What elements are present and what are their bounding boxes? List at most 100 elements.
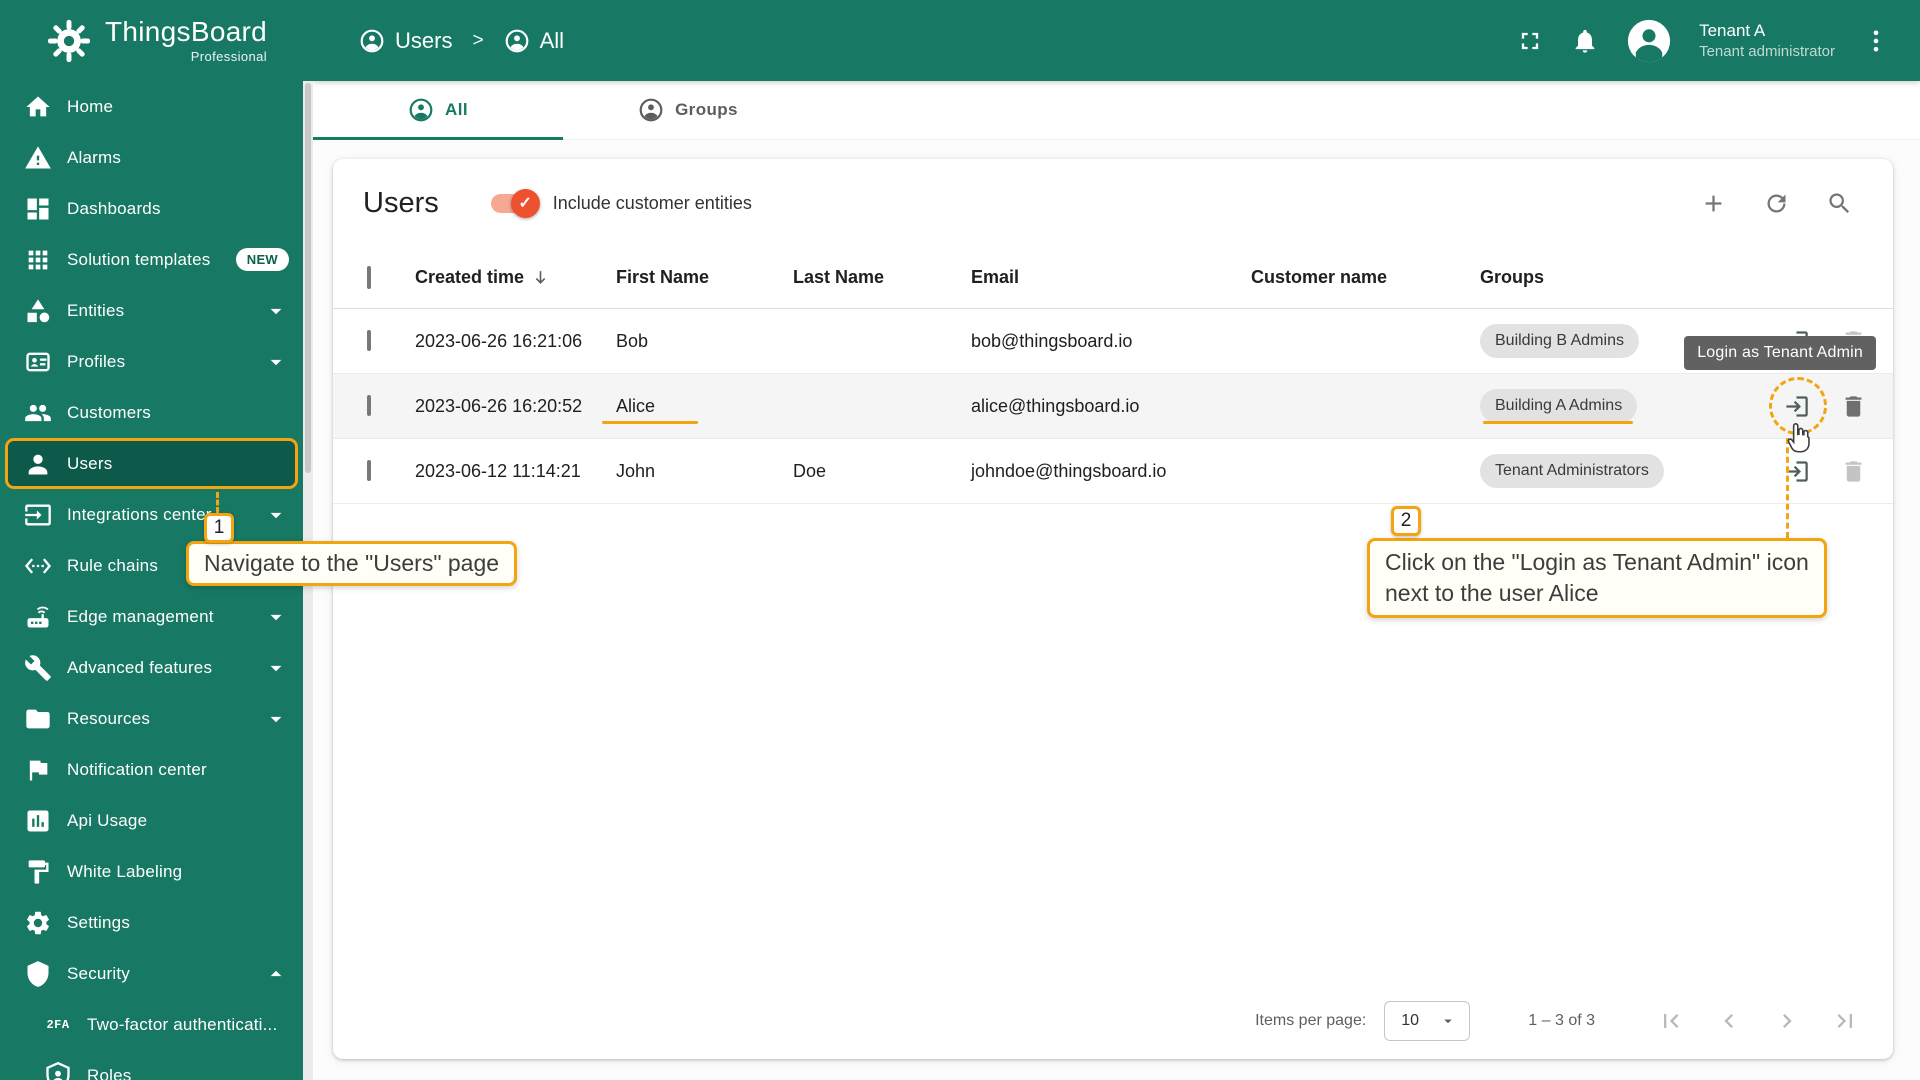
sidebar-item-label: Two-factor authenticati... — [87, 1014, 278, 1034]
home-icon — [24, 93, 52, 121]
group-chip[interactable]: Building B Admins — [1480, 324, 1639, 358]
row-checkbox[interactable] — [367, 460, 371, 481]
avatar[interactable] — [1626, 18, 1672, 64]
chevron-down-icon[interactable] — [263, 298, 289, 324]
sidebar-item-label: Api Usage — [67, 810, 148, 830]
sidebar-item-label: Advanced features — [67, 657, 213, 677]
flag-icon — [24, 756, 52, 784]
sidebar-item-white-labeling[interactable]: White Labeling — [0, 846, 303, 897]
sidebar-item-resources[interactable]: Resources — [0, 693, 303, 744]
delete-button[interactable] — [1840, 458, 1867, 485]
items-per-page-label: Items per page: — [1255, 1012, 1367, 1029]
tab-groups[interactable]: Groups — [563, 81, 813, 139]
tab-bar: All Groups — [313, 81, 1920, 140]
login-as-tenant-admin-button[interactable] — [1783, 393, 1810, 420]
more-vert-icon[interactable] — [1862, 27, 1890, 55]
sidebar-item-home[interactable]: Home — [0, 81, 303, 132]
tenant-info[interactable]: Tenant A Tenant administrator — [1699, 20, 1835, 62]
sidebar-item-api-usage[interactable]: Api Usage — [0, 795, 303, 846]
sidebar-item-profiles[interactable]: Profiles — [0, 336, 303, 387]
chevron-down-icon[interactable] — [263, 502, 289, 528]
app-edition: Professional — [190, 49, 268, 64]
chevron-up-icon[interactable] — [263, 961, 289, 987]
login-as-tenant-admin-button[interactable] — [1783, 458, 1810, 485]
chevron-down-icon[interactable] — [263, 604, 289, 630]
search-button[interactable] — [1826, 190, 1853, 217]
group-chip[interactable]: Tenant Administrators — [1480, 454, 1664, 488]
notifications-bell-icon[interactable] — [1571, 27, 1599, 55]
2fa-icon: 2FA — [46, 1017, 70, 1032]
previous-page-button[interactable] — [1715, 1007, 1743, 1035]
row-checkbox[interactable] — [367, 330, 371, 351]
sidebar-item-entities[interactable]: Entities — [0, 285, 303, 336]
add-user-button[interactable] — [1700, 190, 1727, 217]
group-chip[interactable]: Building A Admins — [1480, 389, 1638, 423]
column-created-time[interactable]: Created time — [397, 267, 598, 288]
login-tooltip: Login as Tenant Admin — [1684, 336, 1876, 370]
select-all-checkbox[interactable] — [367, 265, 371, 289]
apps-grid-icon — [24, 246, 52, 274]
sidebar-item-label: Dashboards — [67, 198, 161, 218]
first-page-button[interactable] — [1657, 1007, 1685, 1035]
sidebar-item-roles[interactable]: Roles — [0, 1050, 303, 1080]
pagination: Items per page: 10 1 – 3 of 3 — [333, 983, 1893, 1059]
table-header: Created time First Name Last Name Email … — [333, 247, 1893, 309]
sidebar-item-label: Integrations center — [67, 504, 212, 524]
next-page-button[interactable] — [1773, 1007, 1801, 1035]
sidebar-item-label: Users — [67, 453, 113, 473]
last-page-button[interactable] — [1831, 1007, 1859, 1035]
chevron-down-icon[interactable] — [263, 349, 289, 375]
sidebar-item-label: Notification center — [67, 759, 207, 779]
row-checkbox[interactable] — [367, 395, 371, 416]
roles-shield-person-icon — [44, 1061, 72, 1080]
id-card-icon — [24, 348, 52, 376]
breadcrumb-separator: > — [472, 29, 484, 51]
items-per-page-select[interactable]: 10 — [1384, 1001, 1471, 1041]
column-first-name[interactable]: First Name — [598, 267, 775, 288]
sidebar-item-edge-management[interactable]: Edge management — [0, 591, 303, 642]
folder-icon — [24, 705, 52, 733]
table-row[interactable]: 2023-06-26 16:20:52 Alice alice@thingsbo… — [333, 374, 1893, 439]
sidebar-item-two-factor-authentication[interactable]: 2FA Two-factor authenticati... — [0, 999, 303, 1050]
sidebar-item-label: Security — [67, 963, 131, 983]
breadcrumb-all[interactable]: All — [504, 28, 564, 54]
table-row[interactable]: 2023-06-12 11:14:21 John Doe johndoe@thi… — [333, 439, 1893, 504]
sidebar-item-dashboards[interactable]: Dashboards — [0, 183, 303, 234]
column-last-name[interactable]: Last Name — [775, 267, 953, 288]
tab-all[interactable]: All — [313, 81, 563, 140]
main-content: All Groups Users ✓ Include customer enti… — [313, 81, 1920, 1080]
gear-icon — [24, 909, 52, 937]
table-row[interactable]: 2023-06-26 16:21:06 Bob bob@thingsboard.… — [333, 309, 1893, 374]
router-icon — [24, 603, 52, 631]
sidebar-item-label: Home — [67, 96, 114, 116]
cell-email: johndoe@thingsboard.io — [971, 460, 1167, 481]
column-groups[interactable]: Groups — [1462, 267, 1752, 288]
chevron-down-icon[interactable] — [263, 655, 289, 681]
sidebar-scrollbar[interactable] — [303, 81, 313, 1080]
toggle-check-icon: ✓ — [510, 188, 540, 218]
chevron-down-icon[interactable] — [263, 706, 289, 732]
app-logo[interactable]: ThingsBoard Professional — [0, 0, 313, 81]
sidebar-item-advanced-features[interactable]: Advanced features — [0, 642, 303, 693]
top-bar: Users > All Tenant A Tenant administrato… — [313, 0, 1920, 81]
column-email[interactable]: Email — [953, 267, 1233, 288]
sidebar-item-security[interactable]: Security — [0, 948, 303, 999]
include-customer-entities-toggle[interactable]: ✓ — [490, 188, 540, 218]
breadcrumb-label: All — [539, 27, 565, 53]
sidebar-item-settings[interactable]: Settings — [0, 897, 303, 948]
delete-button[interactable] — [1840, 393, 1867, 420]
sidebar-item-alarms[interactable]: Alarms — [0, 132, 303, 183]
sidebar-item-notification-center[interactable]: Notification center — [0, 744, 303, 795]
breadcrumb-users[interactable]: Users — [359, 28, 452, 54]
sidebar-item-solution-templates[interactable]: Solution templates NEW — [0, 234, 303, 285]
sidebar-scrollbar-thumb[interactable] — [305, 83, 311, 473]
column-customer-name[interactable]: Customer name — [1233, 267, 1462, 288]
fullscreen-icon[interactable] — [1516, 27, 1544, 55]
sidebar-item-integrations-center[interactable]: Integrations center — [0, 489, 303, 540]
sidebar-item-users[interactable]: Users — [5, 438, 298, 489]
refresh-button[interactable] — [1763, 190, 1790, 217]
tab-label: All — [445, 100, 468, 119]
sidebar-item-rule-chains[interactable]: Rule chains — [0, 540, 303, 591]
sidebar-item-customers[interactable]: Customers — [0, 387, 303, 438]
page-title: Users — [363, 186, 439, 219]
